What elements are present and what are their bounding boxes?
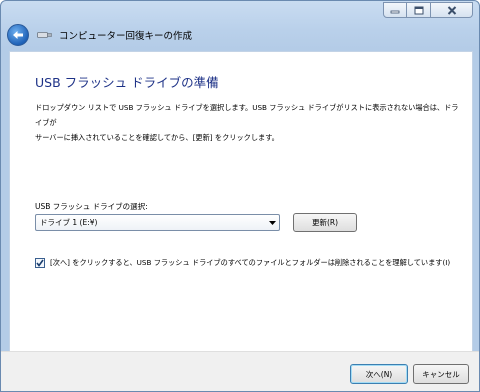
chevron-down-icon[interactable]	[265, 220, 279, 225]
navigation-bar: コンピューター回復キーの作成	[1, 21, 479, 49]
minimize-button[interactable]	[383, 2, 407, 18]
back-arrow-icon	[13, 31, 23, 39]
window-title: コンピューター回復キーの作成	[59, 31, 193, 42]
close-button[interactable]	[431, 2, 473, 18]
drive-select-label: USB フラッシュ ドライブの選択:	[35, 202, 148, 211]
next-button[interactable]: 次へ(N)	[350, 364, 408, 384]
confirm-delete-row: [次へ] をクリックすると、USB フラッシュ ドライブのすべてのファイルとフォ…	[35, 258, 450, 268]
description-line-1: ドロップダウン リストで USB フラッシュ ドライブを選択します。USB フラ…	[35, 103, 459, 127]
maximize-button[interactable]	[407, 2, 431, 18]
checkmark-icon	[36, 259, 44, 267]
usb-drive-icon	[37, 31, 53, 39]
maximize-icon	[414, 6, 423, 14]
confirm-delete-checkbox[interactable]	[35, 258, 45, 268]
confirm-delete-label[interactable]: [次へ] をクリックすると、USB フラッシュ ドライブのすべてのファイルとフォ…	[50, 258, 450, 268]
back-button[interactable]	[7, 24, 29, 46]
page-heading: USB フラッシュ ドライブの準備	[35, 75, 219, 90]
description-line-2: サーバーに挿入されていることを確認してから、[更新] をクリックします。	[35, 133, 279, 142]
caption-buttons	[383, 2, 473, 18]
drive-select-dropdown[interactable]: ドライブ 1 (E:¥)	[35, 214, 280, 231]
close-icon	[447, 5, 456, 15]
minimize-icon	[390, 10, 400, 14]
page-description: ドロップダウン リストで USB フラッシュ ドライブを選択します。USB フラ…	[35, 100, 460, 145]
wizard-content: USB フラッシュ ドライブの準備 ドロップダウン リストで USB フラッシュ…	[9, 51, 473, 352]
wizard-window: コンピューター回復キーの作成 USB フラッシュ ドライブの準備 ドロップダウン…	[0, 0, 480, 392]
drive-select-value: ドライブ 1 (E:¥)	[40, 218, 98, 227]
cancel-button[interactable]: キャンセル	[413, 364, 469, 384]
refresh-button[interactable]: 更新(R)	[293, 213, 357, 232]
wizard-footer: 次へ(N) キャンセル	[1, 351, 479, 391]
